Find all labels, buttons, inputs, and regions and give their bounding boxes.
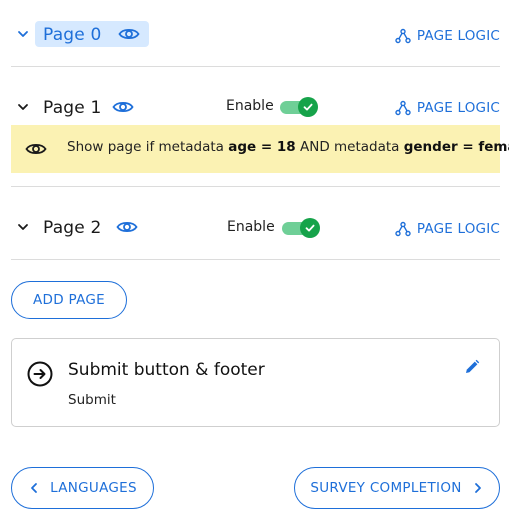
- page-2-logic-button[interactable]: PAGE LOGIC: [395, 219, 500, 239]
- condition-rule-1: age = 18: [228, 139, 296, 155]
- check-icon: [300, 218, 320, 238]
- submit-footer-card[interactable]: Submit button & footer Submit: [11, 338, 500, 427]
- pencil-icon[interactable]: [464, 359, 480, 375]
- condition-joiner: AND metadata: [295, 139, 404, 155]
- page-1-logic-button[interactable]: PAGE LOGIC: [395, 98, 500, 118]
- enable-label: Enable: [226, 98, 274, 114]
- page-0-title: Page 0: [43, 25, 102, 45]
- page-2-title: Page 2: [43, 218, 102, 238]
- eye-icon[interactable]: [118, 26, 140, 42]
- divider: [11, 259, 500, 260]
- chevron-down-icon[interactable]: [16, 220, 30, 234]
- enable-label: Enable: [227, 219, 275, 235]
- page-0-logic-button[interactable]: PAGE LOGIC: [395, 26, 500, 46]
- page-logic-label: PAGE LOGIC: [416, 28, 500, 44]
- add-page-button[interactable]: ADD PAGE: [11, 281, 127, 319]
- eye-icon: [25, 141, 47, 157]
- languages-label: LANGUAGES: [50, 480, 137, 496]
- page-2-enable-toggle[interactable]: [282, 218, 320, 238]
- chevron-down-icon[interactable]: [16, 100, 30, 114]
- page-logic-icon: [395, 28, 411, 44]
- condition-rule-2: gender = female: [403, 139, 509, 155]
- condition-prefix: Show page if metadata: [67, 139, 229, 155]
- page-logic-icon: [395, 221, 411, 237]
- page-1-condition-banner: Show page if metadata age = 18 AND metad…: [11, 125, 509, 173]
- page-logic-icon: [395, 100, 411, 116]
- page-logic-label: PAGE LOGIC: [416, 100, 500, 116]
- chevron-down-icon[interactable]: [16, 27, 30, 41]
- submit-card-title: Submit button & footer: [68, 360, 265, 380]
- eye-icon[interactable]: [112, 99, 134, 115]
- condition-text: Show page if metadata age = 18 AND metad…: [67, 139, 509, 155]
- languages-back-button[interactable]: LANGUAGES: [11, 467, 154, 509]
- divider: [11, 186, 500, 187]
- divider: [11, 66, 500, 67]
- check-icon: [298, 97, 318, 117]
- page-1-enable-toggle[interactable]: [280, 97, 318, 117]
- page-logic-label: PAGE LOGIC: [416, 221, 500, 237]
- eye-icon[interactable]: [116, 219, 138, 235]
- arrow-right-circle-icon: [27, 361, 53, 387]
- submit-card-subtitle: Submit: [68, 392, 116, 408]
- chevron-left-icon: [28, 482, 40, 494]
- survey-completion-label: SURVEY COMPLETION: [310, 480, 462, 496]
- chevron-right-icon: [472, 482, 484, 494]
- add-page-label: ADD PAGE: [33, 292, 105, 308]
- page-1-title: Page 1: [43, 98, 102, 118]
- survey-completion-next-button[interactable]: SURVEY COMPLETION: [294, 467, 500, 509]
